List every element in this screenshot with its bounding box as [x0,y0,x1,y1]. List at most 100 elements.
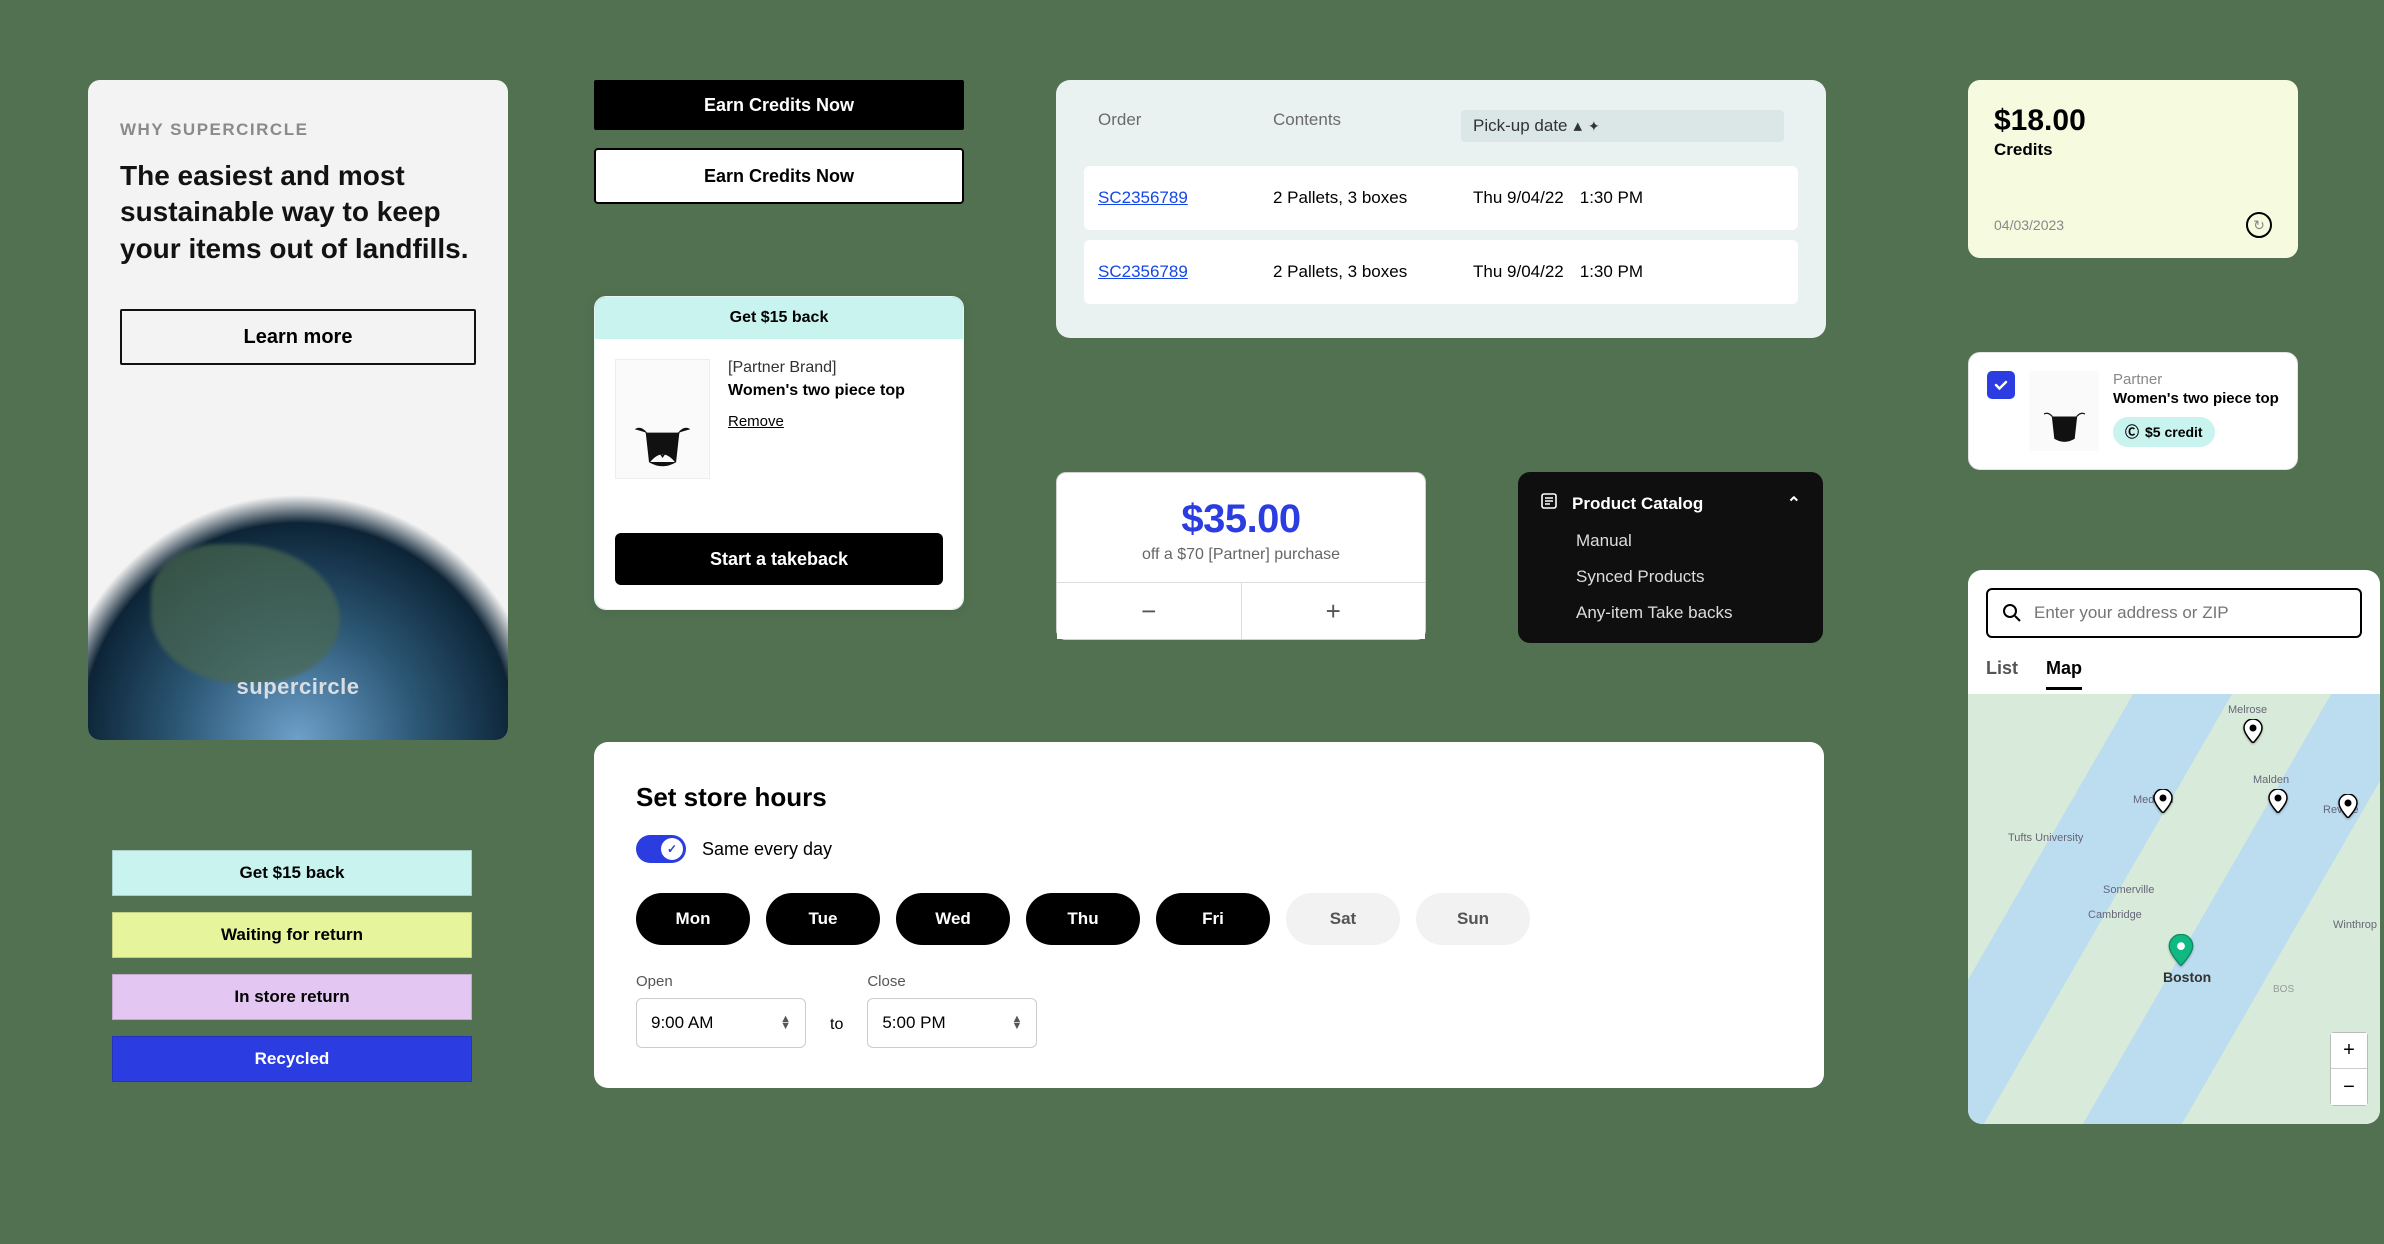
product-select-card: Partner Women's two piece top Ⓒ $5 credi… [1968,352,2298,470]
hero-card: WHY SUPERCIRCLE The easiest and most sus… [88,80,508,740]
day-thu[interactable]: Thu [1026,893,1140,945]
credit-value: $5 credit [2145,424,2203,440]
day-sat[interactable]: Sat [1286,893,1400,945]
sort-asc-icon: ▴ [1574,116,1583,136]
catalog-menu: Product Catalog ⌃ Manual Synced Products… [1518,472,1823,643]
earn-credits-primary-button[interactable]: Earn Credits Now [594,80,964,130]
order-time: 1:30 PM [1580,188,1643,208]
check-icon [1993,377,2009,393]
discount-amount: $35.00 [1057,497,1425,542]
map-zoom: + − [2330,1032,2368,1106]
day-tue[interactable]: Tue [766,893,880,945]
status-in-store: In store return [112,974,472,1020]
takeback-card: Get $15 back [Partner Brand] Women's two… [594,296,964,610]
map-pin-icon[interactable] [2338,794,2358,814]
same-every-day-toggle[interactable]: ✓ [636,835,686,863]
day-sun[interactable]: Sun [1416,893,1530,945]
credit-pill: Ⓒ $5 credit [2113,417,2215,447]
credits-date: 04/03/2023 [1994,217,2064,233]
col-contents: Contents [1273,110,1473,142]
map-label: Cambridge [2088,909,2142,921]
order-date: Thu 9/04/22 [1473,188,1564,208]
open-time-select[interactable]: 9:00 AM ▲▼ [636,998,806,1048]
increment-button[interactable]: + [1242,583,1426,639]
address-input[interactable] [2034,603,2346,623]
zoom-in-button[interactable]: + [2331,1033,2367,1069]
zoom-out-button[interactable]: − [2331,1069,2367,1105]
product-brand: Partner [2113,371,2279,388]
checkbox-checked[interactable] [1987,371,2015,399]
catalog-item-any[interactable]: Any-item Take backs [1540,587,1801,623]
decrement-button[interactable]: − [1057,583,1242,639]
status-get-back: Get $15 back [112,850,472,896]
credits-label: Credits [1994,140,2272,160]
product-thumbnail [2029,371,2099,451]
start-takeback-button[interactable]: Start a takeback [615,533,943,585]
order-link[interactable]: SC2356789 [1098,188,1273,208]
hero-eyebrow: WHY SUPERCIRCLE [120,120,476,140]
takeback-badge: Get $15 back [595,297,963,339]
col-pickup-date-sort[interactable]: Pick-up date ▴ ✦ [1461,110,1784,142]
tab-map[interactable]: Map [2046,658,2082,690]
discount-card: $35.00 off a $70 [Partner] purchase − + [1056,472,1426,640]
map-pin-icon[interactable] [2153,789,2173,809]
learn-more-button[interactable]: Learn more [120,309,476,365]
location-widget: List Map Melrose Malden Medford Revere T… [1968,570,2380,1124]
table-row: SC2356789 2 Pallets, 3 boxes Thu 9/04/22… [1084,240,1798,304]
product-name: Women's two piece top [728,381,943,401]
map-label: Tufts University [2008,832,2083,844]
order-link[interactable]: SC2356789 [1098,262,1273,282]
table-header: Order Contents Pick-up date ▴ ✦ [1084,110,1798,156]
address-search[interactable] [1986,588,2362,638]
order-time: 1:30 PM [1580,262,1643,282]
close-value: 5:00 PM [882,1013,945,1033]
map-label: Winthrop [2333,919,2377,931]
toggle-knob: ✓ [661,838,683,860]
chevron-up-icon: ⌃ [1787,494,1801,514]
map-label: Somerville [2103,884,2154,896]
product-brand: [Partner Brand] [728,359,943,377]
catalog-title: Product Catalog [1572,494,1703,514]
cursor-icon: ✦ [1588,118,1600,135]
globe-image: supercircle [88,460,508,740]
map-canvas[interactable]: Melrose Malden Medford Revere Tufts Univ… [1968,694,2380,1124]
earn-credits-secondary-button[interactable]: Earn Credits Now [594,148,964,204]
map-label: Melrose [2228,704,2267,716]
refresh-icon[interactable]: ↻ [2246,212,2272,238]
hero-headline: The easiest and most sustainable way to … [120,158,476,267]
open-value: 9:00 AM [651,1013,713,1033]
day-mon[interactable]: Mon [636,893,750,945]
tab-list[interactable]: List [1986,658,2018,690]
bikini-icon [630,424,695,478]
catalog-item-manual[interactable]: Manual [1540,515,1801,551]
supercircle-logo: supercircle [237,674,360,700]
search-icon [2002,603,2022,623]
col-order: Order [1098,110,1273,142]
discount-subtext: off a $70 [Partner] purchase [1057,546,1425,564]
orders-table: Order Contents Pick-up date ▴ ✦ SC235678… [1056,80,1826,338]
credit-icon: Ⓒ [2125,422,2139,442]
day-fri[interactable]: Fri [1156,893,1270,945]
close-time-select[interactable]: 5:00 PM ▲▼ [867,998,1037,1048]
map-pin-current-icon[interactable] [2168,934,2188,954]
status-list: Get $15 back Waiting for return In store… [112,850,472,1082]
order-contents: 2 Pallets, 3 boxes [1273,188,1473,208]
map-label: Boston [2163,969,2211,985]
status-recycled: Recycled [112,1036,472,1082]
status-waiting: Waiting for return [112,912,472,958]
remove-link[interactable]: Remove [728,413,784,430]
table-row: SC2356789 2 Pallets, 3 boxes Thu 9/04/22… [1084,166,1798,230]
map-pin-icon[interactable] [2243,719,2263,739]
hours-title: Set store hours [636,782,1782,813]
order-date: Thu 9/04/22 [1473,262,1564,282]
product-name: Women's two piece top [2113,390,2279,409]
day-wed[interactable]: Wed [896,893,1010,945]
open-label: Open [636,973,806,990]
close-label: Close [867,973,1037,990]
map-pin-icon[interactable] [2268,789,2288,809]
catalog-toggle[interactable]: Product Catalog ⌃ [1540,492,1801,515]
bikini-icon [2040,410,2089,451]
order-contents: 2 Pallets, 3 boxes [1273,262,1473,282]
store-hours-card: Set store hours ✓ Same every day Mon Tue… [594,742,1824,1088]
catalog-item-synced[interactable]: Synced Products [1540,551,1801,587]
